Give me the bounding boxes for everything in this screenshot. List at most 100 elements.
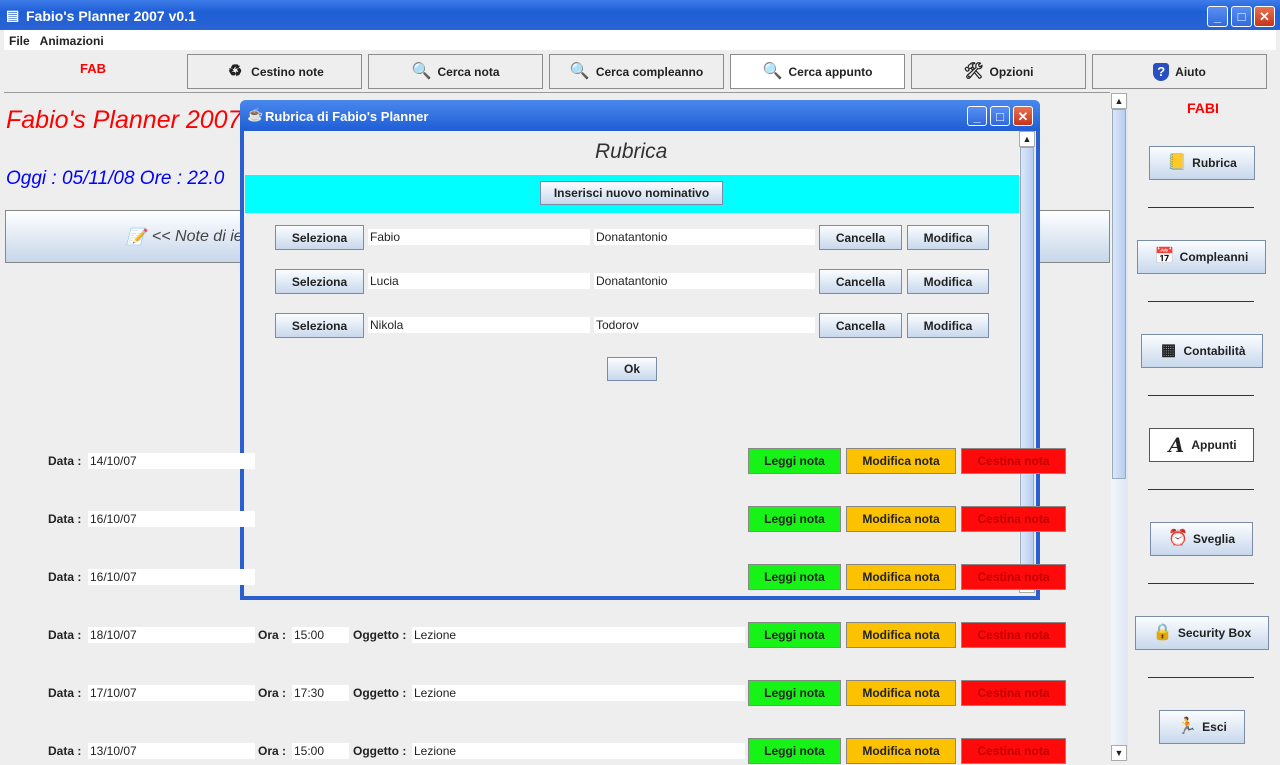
sidebar-item-compleanni[interactable]: 📅 Compleanni bbox=[1137, 240, 1266, 274]
time-field[interactable]: 17:30 bbox=[292, 685, 349, 701]
trash-note-button[interactable]: Cestina nota bbox=[961, 738, 1066, 764]
contact-name-field[interactable]: Lucia bbox=[368, 273, 590, 289]
dialog-minimize-button[interactable]: _ bbox=[967, 106, 987, 126]
subject-field[interactable]: Lezione bbox=[412, 627, 745, 643]
ledger-icon: ▦ bbox=[1160, 342, 1177, 359]
edit-note-button[interactable]: Modifica nota bbox=[846, 680, 956, 706]
tools-icon: 🛠 bbox=[963, 62, 984, 80]
sidebar-item-label: Sveglia bbox=[1192, 532, 1236, 546]
time-field[interactable]: 15:00 bbox=[292, 627, 349, 643]
add-contact-button[interactable]: Inserisci nuovo nominativo bbox=[540, 181, 723, 205]
toolbar-button-opzioni[interactable]: 🛠 Opzioni bbox=[911, 54, 1086, 89]
java-icon: ☕ bbox=[247, 107, 264, 122]
contact-name-field[interactable]: Fabio bbox=[368, 229, 590, 245]
edit-note-button[interactable]: Modifica nota bbox=[846, 738, 956, 764]
date-field[interactable]: 18/10/07 bbox=[88, 627, 255, 643]
data-label: Data : bbox=[48, 686, 82, 700]
dialog-maximize-button[interactable]: □ bbox=[990, 106, 1010, 126]
scroll-thumb[interactable] bbox=[1112, 109, 1126, 479]
contact-surname-field[interactable]: Donatantonio bbox=[594, 273, 815, 289]
subject-label: Oggetto : bbox=[353, 744, 407, 758]
contact-name-field[interactable]: Nikola bbox=[368, 317, 590, 333]
app-icon: ▤ bbox=[6, 7, 20, 23]
subject-label: Oggetto : bbox=[353, 686, 407, 700]
sidebar-item-security-box[interactable]: 🔒 Security Box bbox=[1135, 616, 1269, 650]
select-contact-button[interactable]: Seleziona bbox=[275, 313, 364, 338]
scroll-down-icon[interactable]: ▼ bbox=[1111, 745, 1127, 761]
trash-note-button[interactable]: Cestina nota bbox=[961, 680, 1066, 706]
edit-note-button[interactable]: Modifica nota bbox=[846, 506, 956, 532]
toolbar-button-aiuto[interactable]: ? Aiuto bbox=[1092, 54, 1267, 89]
address-book-icon: 📒 bbox=[1167, 154, 1188, 171]
sidebar-item-label: Esci bbox=[1202, 720, 1227, 734]
window-title-bar: ▤ Fabio's Planner 2007 v0.1 bbox=[0, 0, 1280, 30]
menu-bar: File Animazioni bbox=[4, 30, 1276, 50]
toolbar-button-label: Opzioni bbox=[989, 64, 1034, 79]
read-note-button[interactable]: Leggi nota bbox=[748, 506, 841, 532]
date-field[interactable]: 16/10/07 bbox=[88, 569, 255, 585]
edit-contact-button[interactable]: Modifica bbox=[907, 269, 989, 294]
edit-note-button[interactable]: Modifica nota bbox=[846, 448, 956, 474]
time-label: Ora : bbox=[258, 628, 287, 642]
delete-contact-button[interactable]: Cancella bbox=[819, 313, 902, 338]
read-note-button[interactable]: Leggi nota bbox=[748, 680, 841, 706]
delete-contact-button[interactable]: Cancella bbox=[819, 225, 902, 250]
sidebar-item-label: Contabilità bbox=[1183, 344, 1246, 358]
trash-note-button[interactable]: Cestina nota bbox=[961, 564, 1066, 590]
dialog-scroll-up-icon[interactable]: ▲ bbox=[1019, 131, 1035, 147]
alarm-clock-icon: ⏰ bbox=[1168, 530, 1188, 547]
toolbar-button-cestino-note[interactable]: ♻ Cestino note bbox=[187, 54, 362, 89]
window-title: Fabio's Planner 2007 v0.1 bbox=[26, 8, 196, 24]
read-note-button[interactable]: Leggi nota bbox=[748, 622, 841, 648]
trash-note-button[interactable]: Cestina nota bbox=[961, 622, 1066, 648]
contact-surname-field[interactable]: Todorov bbox=[594, 317, 815, 333]
date-field[interactable]: 17/10/07 bbox=[88, 685, 255, 701]
select-contact-button[interactable]: Seleziona bbox=[275, 225, 364, 250]
sidebar-item-label: Appunti bbox=[1191, 438, 1237, 452]
toolbar-button-label: Cerca compleanno bbox=[595, 64, 704, 79]
date-field[interactable]: 13/10/07 bbox=[88, 743, 255, 759]
close-button[interactable]: ✕ bbox=[1254, 6, 1275, 27]
ok-button[interactable]: Ok bbox=[607, 357, 657, 381]
minimize-button[interactable]: _ bbox=[1207, 6, 1228, 27]
trash-note-button[interactable]: Cestina nota bbox=[961, 506, 1066, 532]
main-heading: Fabio's Planner 2007 bbox=[6, 106, 242, 134]
edit-contact-button[interactable]: Modifica bbox=[907, 225, 989, 250]
data-label: Data : bbox=[48, 512, 82, 526]
select-contact-button[interactable]: Seleziona bbox=[275, 269, 364, 294]
subject-field[interactable]: Lezione bbox=[412, 685, 745, 701]
toolbar-button-cerca-nota[interactable]: 🔍 Cerca nota bbox=[368, 54, 543, 89]
toolbar-button-label: Aiuto bbox=[1175, 64, 1206, 79]
help-shield-icon: ? bbox=[1153, 62, 1170, 81]
sidebar-item-esci[interactable]: 🏃 Esci bbox=[1159, 710, 1245, 744]
menu-animazioni[interactable]: Animazioni bbox=[35, 30, 109, 52]
sidebar-separator bbox=[1148, 395, 1254, 396]
date-field[interactable]: 16/10/07 bbox=[88, 511, 255, 527]
toolbar-button-cerca-appunto[interactable]: 🔍 Cerca appunto bbox=[730, 54, 905, 89]
trash-note-button[interactable]: Cestina nota bbox=[961, 448, 1066, 474]
dialog-close-button[interactable]: ✕ bbox=[1013, 106, 1033, 126]
main-scrollbar[interactable]: ▲ ▼ bbox=[1111, 93, 1128, 761]
read-note-button[interactable]: Leggi nota bbox=[748, 738, 841, 764]
read-note-button[interactable]: Leggi nota bbox=[748, 448, 841, 474]
edit-note-button[interactable]: Modifica nota bbox=[846, 564, 956, 590]
delete-contact-button[interactable]: Cancella bbox=[819, 269, 902, 294]
sidebar-item-contabilità[interactable]: ▦ Contabilità bbox=[1141, 334, 1263, 368]
toolbar-button-cerca-compleanno[interactable]: 🔍 Cerca compleanno bbox=[549, 54, 724, 89]
subject-field[interactable]: Lezione bbox=[412, 743, 745, 759]
toolbar-button-label: Cerca nota bbox=[437, 64, 500, 79]
edit-note-button[interactable]: Modifica nota bbox=[846, 622, 956, 648]
sidebar-item-rubrica[interactable]: 📒 Rubrica bbox=[1149, 146, 1255, 180]
data-label: Data : bbox=[48, 570, 82, 584]
date-field[interactable]: 14/10/07 bbox=[88, 453, 255, 469]
contact-surname-field[interactable]: Donatantonio bbox=[594, 229, 815, 245]
maximize-button[interactable]: □ bbox=[1231, 6, 1252, 27]
menu-file[interactable]: File bbox=[4, 30, 35, 52]
edit-contact-button[interactable]: Modifica bbox=[907, 313, 989, 338]
sidebar-item-sveglia[interactable]: ⏰ Sveglia bbox=[1150, 522, 1253, 556]
sidebar-item-appunti[interactable]: A Appunti bbox=[1149, 428, 1254, 462]
read-note-button[interactable]: Leggi nota bbox=[748, 564, 841, 590]
recycle-bin-icon: ♻ bbox=[227, 62, 243, 80]
scroll-up-icon[interactable]: ▲ bbox=[1111, 93, 1127, 109]
time-field[interactable]: 15:00 bbox=[292, 743, 349, 759]
